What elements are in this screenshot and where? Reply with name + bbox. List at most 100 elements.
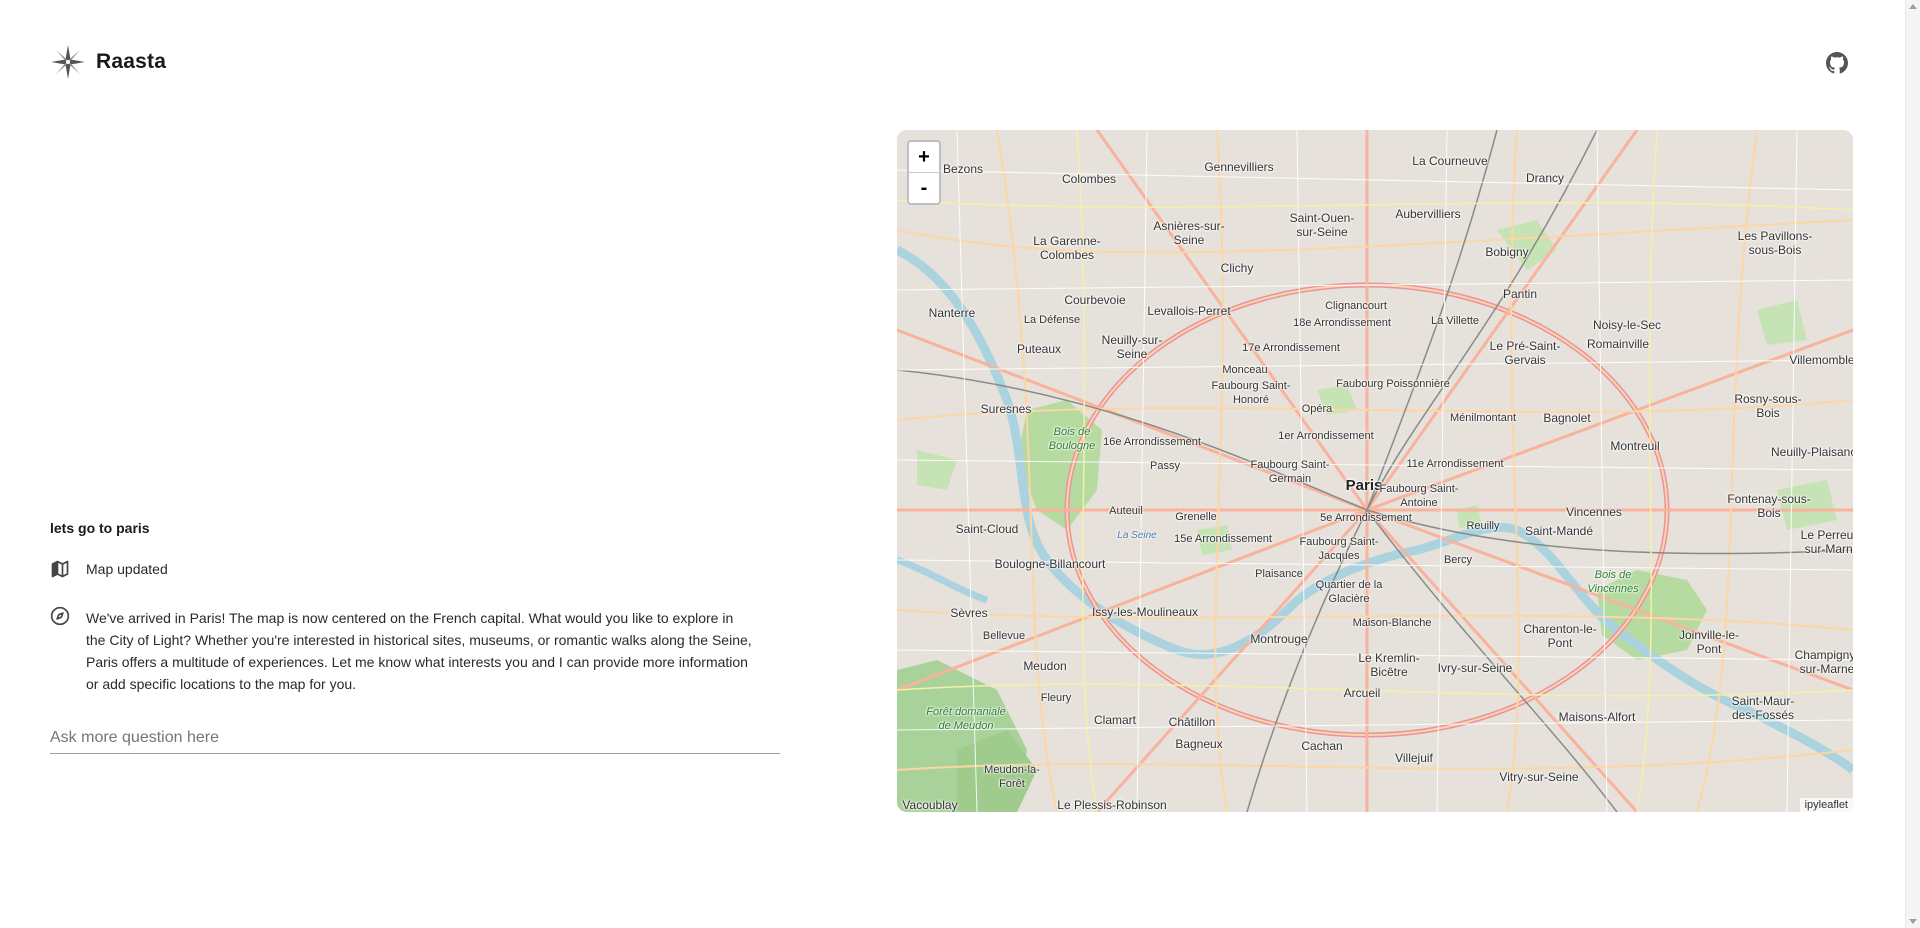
map-label: Saint-Maur-des-Fossés xyxy=(1731,694,1795,722)
map-label: Arcueil xyxy=(1343,686,1381,700)
map-label: Bois de Vincennes xyxy=(1587,569,1639,595)
map-label: Courbevoie xyxy=(1064,293,1126,307)
map-label: Faubourg Saint-Antoine xyxy=(1379,483,1459,509)
question-input[interactable] xyxy=(50,723,780,753)
map-label: Monceau xyxy=(1222,364,1268,376)
map-icon xyxy=(50,559,70,579)
map-label: Maison-Blanche xyxy=(1352,617,1432,629)
map-label: 15e Arrondissement xyxy=(1174,533,1272,545)
event-assistant-reply: We've arrived in Paris! The map is now c… xyxy=(50,606,780,695)
map-label: Vacoublay xyxy=(902,798,958,812)
map-label: Saint-Cloud xyxy=(955,522,1019,536)
map-label: Nanterre xyxy=(928,306,976,320)
map-label: Ménilmontant xyxy=(1449,412,1517,424)
map-label: Champigny-sur-Marne xyxy=(1794,648,1853,676)
map-label: Bezons xyxy=(942,162,984,176)
map-label: Montreuil xyxy=(1610,439,1660,453)
map-label: La Villette xyxy=(1430,315,1480,327)
map-label: Passy xyxy=(1150,460,1180,472)
map-label: Forêt domaniale de Meudon xyxy=(926,706,1006,732)
map-label: Issy-les-Moulineaux xyxy=(1091,605,1199,619)
map-label: Meudon xyxy=(1023,659,1067,673)
map-label: Bagneux xyxy=(1175,737,1223,751)
map-label: Auteuil xyxy=(1109,505,1143,517)
map-label: Plaisance xyxy=(1255,568,1303,580)
map-label: 17e Arrondissement xyxy=(1242,342,1340,354)
map-label: Les Pavillons-sous-Bois xyxy=(1737,229,1813,257)
map-label: 18e Arrondissement xyxy=(1293,317,1391,329)
map-label: Sèvres xyxy=(950,606,988,620)
map-label: Fleury xyxy=(1040,692,1072,704)
zoom-control: + - xyxy=(907,140,941,205)
github-icon xyxy=(1826,52,1848,74)
map-label: Vincennes xyxy=(1566,505,1622,519)
map-label: Levallois-Perret xyxy=(1147,304,1231,318)
map-label: Bercy xyxy=(1443,554,1473,566)
map-label: Cachan xyxy=(1301,739,1343,753)
map-view[interactable]: Paris Bezons Colombes Gennevilliers La C… xyxy=(897,130,1853,812)
map-label: Noisy-le-Sec xyxy=(1592,318,1662,332)
map-label: Saint-Mandé xyxy=(1524,524,1594,538)
map-label: Charenton-le-Pont xyxy=(1523,622,1597,650)
map-label: La Courneuve xyxy=(1412,154,1488,168)
map-label: Le Pré-Saint-Gervais xyxy=(1489,339,1561,367)
map-label: Pantin xyxy=(1502,287,1538,301)
map-label: Neuilly-sur-Seine xyxy=(1101,333,1163,361)
map-label: La Défense xyxy=(1023,314,1081,326)
map-label: Quartier de la Glacière xyxy=(1315,579,1383,605)
event-text: Map updated xyxy=(86,561,168,577)
scroll-down-icon[interactable] xyxy=(1909,919,1917,924)
map-label: Villemomble xyxy=(1789,353,1853,367)
page-scrollbar[interactable] xyxy=(1905,0,1920,928)
map-label: 16e Arrondissement xyxy=(1103,436,1201,448)
map-label: Boulogne-Billancourt xyxy=(994,557,1106,571)
github-link[interactable] xyxy=(1826,52,1848,74)
map-label: Clamart xyxy=(1093,713,1137,727)
scroll-up-icon[interactable] xyxy=(1909,4,1917,9)
assistant-message: We've arrived in Paris! The map is now c… xyxy=(86,610,752,692)
map-label: Vitry-sur-Seine xyxy=(1499,770,1579,784)
map-label: Meudon-la-Forêt xyxy=(984,764,1040,790)
question-field[interactable] xyxy=(50,723,780,754)
map-label: Le Kremlin-Bicêtre xyxy=(1358,651,1420,679)
user-message: lets go to paris xyxy=(50,520,150,536)
map-label: Neuilly-Plaisance xyxy=(1770,445,1853,459)
map-label: Suresnes xyxy=(980,402,1032,416)
map-label: Faubourg Saint-Jacques xyxy=(1299,536,1379,562)
map-label: Bobigny xyxy=(1485,245,1529,259)
map-label: Grenelle xyxy=(1175,511,1217,523)
map-label: Reuilly xyxy=(1466,520,1500,532)
map-label: Le Plessis-Robinson xyxy=(1057,798,1167,812)
map-label: Faubourg Saint-Honoré xyxy=(1211,380,1291,406)
zoom-in-button[interactable]: + xyxy=(909,142,939,173)
map-label: Faubourg Poissonnière xyxy=(1336,378,1450,390)
map-label: Bois de Boulogne xyxy=(1048,426,1096,452)
map-label: Joinville-le-Pont xyxy=(1678,628,1740,656)
map-label: Drancy xyxy=(1525,171,1565,185)
map-label: Clichy xyxy=(1220,261,1254,275)
map-label: Bagnolet xyxy=(1543,411,1591,425)
map-label: Maisons-Alfort xyxy=(1558,710,1636,724)
map-label: Colombes xyxy=(1061,172,1117,186)
brand-name[interactable]: Raasta xyxy=(96,50,166,74)
map-label: Gennevilliers xyxy=(1204,160,1274,174)
compass-star-icon[interactable] xyxy=(50,44,86,80)
map-label: Puteaux xyxy=(1016,342,1062,356)
map-label: 5e Arrondissement xyxy=(1320,512,1412,524)
map-label: Romainville xyxy=(1586,337,1650,351)
map-label: Rosny-sous-Bois xyxy=(1734,392,1802,420)
map-label: Asnières-sur-Seine xyxy=(1153,219,1225,247)
map-label: Le Perreux-sur-Marne xyxy=(1800,528,1853,556)
app-header: Raasta xyxy=(50,44,166,80)
map-attribution[interactable]: ipyleaflet xyxy=(1799,798,1853,812)
map-label: Ivry-sur-Seine xyxy=(1437,661,1513,675)
map-label: Opéra xyxy=(1301,403,1333,415)
map-label: La Seine xyxy=(1117,530,1157,541)
event-map-updated: Map updated xyxy=(50,560,780,579)
map-label: Montrouge xyxy=(1250,632,1308,646)
map-label: Villejuif xyxy=(1395,751,1433,765)
zoom-out-button[interactable]: - xyxy=(909,173,939,203)
map-label: Clignancourt xyxy=(1325,300,1387,312)
map-label: 1er Arrondissement xyxy=(1278,430,1374,442)
map-label: Faubourg Saint-Germain xyxy=(1250,459,1330,485)
